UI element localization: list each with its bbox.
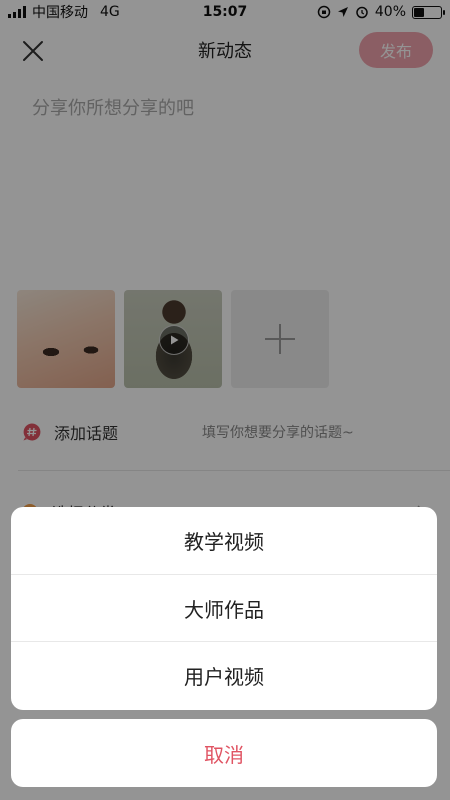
option-teaching-video[interactable]: 教学视频	[11, 507, 437, 574]
action-sheet: 教学视频 大师作品 用户视频	[11, 507, 437, 710]
option-user-video[interactable]: 用户视频	[11, 641, 437, 708]
cancel-button[interactable]: 取消	[11, 719, 437, 787]
option-master-works[interactable]: 大师作品	[11, 574, 437, 641]
